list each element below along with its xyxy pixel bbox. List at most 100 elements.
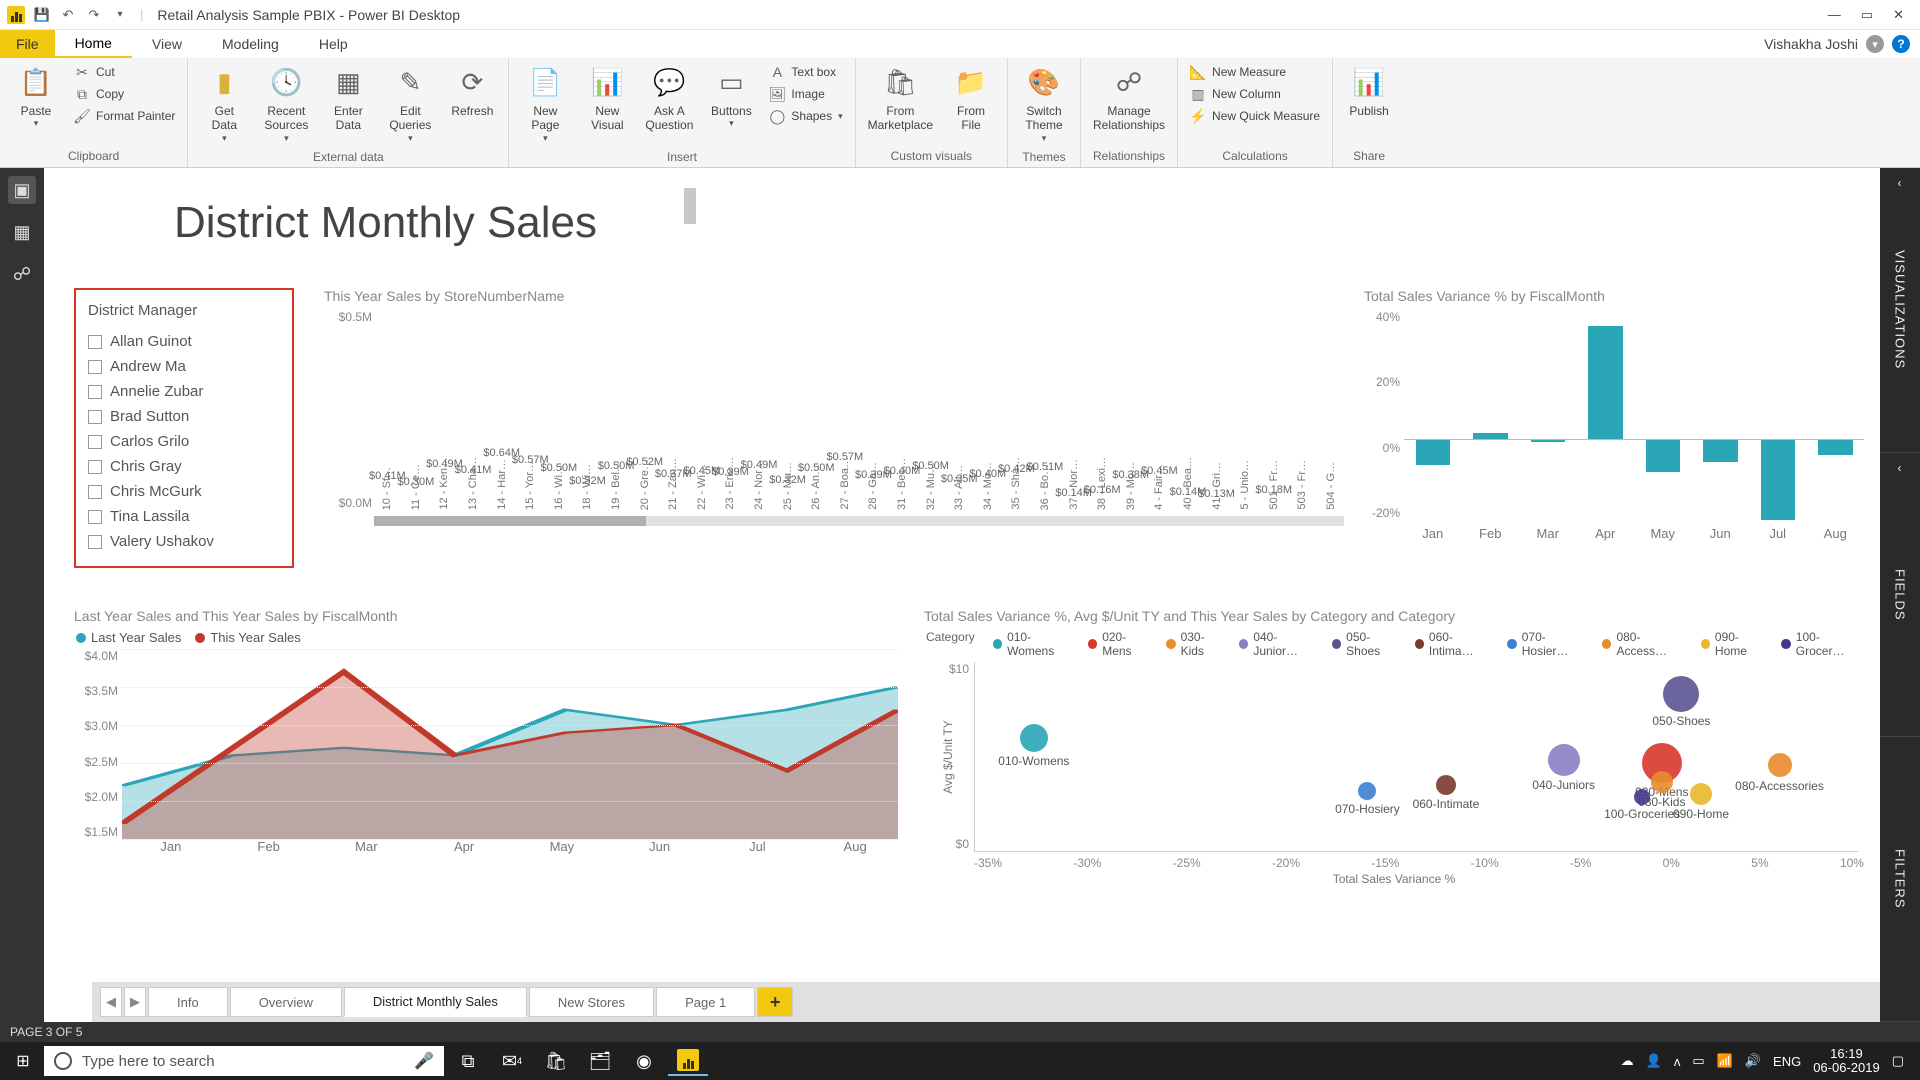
buttons-button[interactable]: ▭Buttons: [705, 62, 757, 133]
wifi-icon[interactable]: 📶: [1717, 1053, 1733, 1069]
model-view-icon[interactable]: ☍: [8, 260, 36, 288]
page-tab[interactable]: Page 1: [656, 987, 755, 1017]
start-button[interactable]: ⊞: [6, 1046, 40, 1076]
resize-handle[interactable]: [684, 188, 696, 224]
publish-button[interactable]: 📊Publish: [1343, 62, 1395, 122]
chart-this-year-sales[interactable]: This Year Sales by StoreNumberName $0.5M…: [324, 288, 1344, 588]
page-tab[interactable]: District Monthly Sales: [344, 987, 527, 1017]
slicer-item[interactable]: Tina Lassila: [88, 504, 280, 529]
tab-home[interactable]: Home: [55, 30, 132, 58]
redo-icon[interactable]: ↷: [84, 5, 104, 25]
slicer-item[interactable]: Brad Sutton: [88, 404, 280, 429]
people-icon[interactable]: 👤: [1646, 1053, 1662, 1069]
format-painter-button[interactable]: 🖌Format Painter: [72, 106, 177, 126]
pane-fields[interactable]: ‹FIELDS: [1880, 453, 1920, 738]
taskbar-search[interactable]: Type here to search 🎤: [44, 1046, 444, 1076]
copy-button[interactable]: ⧉Copy: [72, 84, 177, 104]
bubble[interactable]: [1651, 771, 1673, 793]
store-icon[interactable]: 🛍: [536, 1046, 576, 1076]
chart-scatter-category[interactable]: Total Sales Variance %, Avg $/Unit TY an…: [924, 608, 1864, 898]
mic-icon[interactable]: 🎤: [414, 1051, 434, 1071]
from-marketplace-button[interactable]: 🛍From Marketplace: [866, 62, 935, 137]
chrome-icon[interactable]: ◉: [624, 1046, 664, 1076]
refresh-button[interactable]: ⟳Refresh: [446, 62, 498, 122]
get-data-button[interactable]: ▮Get Data: [198, 62, 250, 148]
checkbox-icon[interactable]: [88, 335, 102, 349]
bubble[interactable]: [1436, 775, 1456, 795]
bubble[interactable]: [1020, 724, 1048, 752]
checkbox-icon[interactable]: [88, 485, 102, 499]
paste-button[interactable]: 📋Paste: [10, 62, 62, 133]
help-icon[interactable]: ?: [1892, 35, 1910, 53]
manage-relationships-button[interactable]: ☍Manage Relationships: [1091, 62, 1167, 137]
page-tab[interactable]: New Stores: [529, 987, 654, 1017]
pane-visualizations[interactable]: ‹VISUALIZATIONS: [1880, 168, 1920, 453]
new-page-button[interactable]: 📄New Page: [519, 62, 571, 148]
slicer-item[interactable]: Andrew Ma: [88, 354, 280, 379]
checkbox-icon[interactable]: [88, 385, 102, 399]
checkbox-icon[interactable]: [88, 535, 102, 549]
slicer-item[interactable]: Carlos Grilo: [88, 429, 280, 454]
slicer-item[interactable]: Valery Ushakov: [88, 529, 280, 554]
checkbox-icon[interactable]: [88, 460, 102, 474]
slicer-item[interactable]: Chris Gray: [88, 454, 280, 479]
bubble[interactable]: [1690, 783, 1712, 805]
bubble[interactable]: [1663, 676, 1699, 712]
textbox-button[interactable]: AText box: [767, 62, 844, 82]
chart-area-sales[interactable]: Last Year Sales and This Year Sales by F…: [74, 608, 904, 898]
bubble[interactable]: [1548, 744, 1580, 776]
slicer-item[interactable]: Annelie Zubar: [88, 379, 280, 404]
mail-icon[interactable]: ✉4: [492, 1046, 532, 1076]
new-column-button[interactable]: ▥New Column: [1188, 84, 1322, 104]
battery-icon[interactable]: ▭: [1692, 1053, 1704, 1069]
slicer-item[interactable]: Allan Guinot: [88, 329, 280, 354]
recent-sources-button[interactable]: 🕓Recent Sources: [260, 62, 312, 148]
bubble[interactable]: [1768, 753, 1792, 777]
checkbox-icon[interactable]: [88, 360, 102, 374]
shapes-button[interactable]: ◯Shapes: [767, 106, 844, 126]
image-button[interactable]: 🖼Image: [767, 84, 844, 104]
tab-view[interactable]: View: [132, 30, 202, 58]
enter-data-button[interactable]: ▦Enter Data: [322, 62, 374, 137]
powerbi-taskbar-icon[interactable]: [668, 1046, 708, 1076]
switch-theme-button[interactable]: 🎨Switch Theme: [1018, 62, 1070, 148]
chart-variance[interactable]: Total Sales Variance % by FiscalMonth 40…: [1364, 288, 1864, 588]
tab-help[interactable]: Help: [299, 30, 368, 58]
volume-icon[interactable]: 🔊: [1745, 1053, 1761, 1069]
page-next-icon[interactable]: ▶: [124, 987, 146, 1017]
page-tab[interactable]: Overview: [230, 987, 342, 1017]
chart-scrollbar[interactable]: [374, 516, 1344, 526]
data-view-icon[interactable]: ▦: [8, 218, 36, 246]
new-visual-button[interactable]: 📊New Visual: [581, 62, 633, 137]
undo-icon[interactable]: ↶: [58, 5, 78, 25]
onedrive-icon[interactable]: ☁: [1621, 1053, 1634, 1069]
restore-button[interactable]: ▭: [1861, 7, 1873, 23]
page-prev-icon[interactable]: ◀: [100, 987, 122, 1017]
checkbox-icon[interactable]: [88, 435, 102, 449]
bubble[interactable]: [1634, 789, 1650, 805]
clock[interactable]: 16:1906-06-2019: [1813, 1047, 1880, 1076]
new-quick-measure-button[interactable]: ⚡New Quick Measure: [1188, 106, 1322, 126]
qat-dropdown-icon[interactable]: ▾: [110, 5, 130, 25]
close-button[interactable]: ✕: [1893, 7, 1904, 23]
from-file-button[interactable]: 📁From File: [945, 62, 997, 137]
cut-button[interactable]: ✂Cut: [72, 62, 177, 82]
edit-queries-button[interactable]: ✎Edit Queries: [384, 62, 436, 148]
report-canvas[interactable]: District Monthly Sales District Manager …: [44, 168, 1880, 1022]
language-indicator[interactable]: ENG: [1773, 1054, 1801, 1069]
report-view-icon[interactable]: ▣: [8, 176, 36, 204]
checkbox-icon[interactable]: [88, 410, 102, 424]
user-avatar-icon[interactable]: ▾: [1866, 35, 1884, 53]
pane-filters[interactable]: FILTERS: [1880, 737, 1920, 1022]
checkbox-icon[interactable]: [88, 510, 102, 524]
ask-question-button[interactable]: 💬Ask A Question: [643, 62, 695, 137]
page-tab[interactable]: Info: [148, 987, 228, 1017]
task-view-icon[interactable]: ⧉: [448, 1046, 488, 1076]
action-center-icon[interactable]: ▢: [1892, 1053, 1904, 1069]
file-tab[interactable]: File: [0, 30, 55, 58]
bubble[interactable]: [1358, 782, 1376, 800]
new-measure-button[interactable]: 📐New Measure: [1188, 62, 1322, 82]
add-page-button[interactable]: +: [757, 987, 793, 1017]
slicer-item[interactable]: Chris McGurk: [88, 479, 280, 504]
tab-modeling[interactable]: Modeling: [202, 30, 299, 58]
